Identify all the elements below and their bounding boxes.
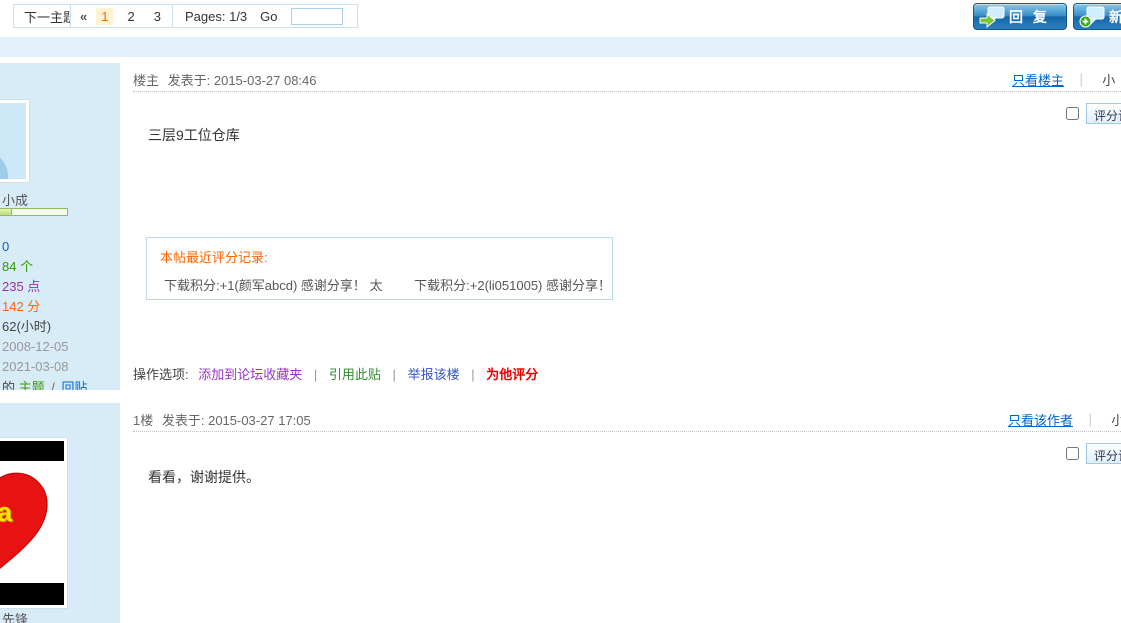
ops-separator: | xyxy=(314,367,317,382)
post-date: 发表于: 2015-03-27 08:46 xyxy=(168,73,317,88)
post-2: ina 先锋 1楼 发表于: 2015-03-27 17:05 只看该作者 ｜ … xyxy=(0,403,1121,623)
floor-label: 1楼 xyxy=(133,413,153,428)
tools-separator: ｜ xyxy=(1075,73,1088,88)
post-content: 三层9工位仓库 xyxy=(148,125,240,145)
post-1-user-panel: 小成 0 84 个 235 点 142 分 62(小时) 2008-12-05 … xyxy=(0,63,120,390)
page-2-button[interactable]: 2 xyxy=(122,8,139,25)
user-replies-link[interactable]: 回贴 xyxy=(62,380,88,390)
tools-separator: ｜ xyxy=(1084,413,1097,428)
go-label: Go xyxy=(260,9,277,24)
stat-value: 142 分 xyxy=(2,297,69,317)
score-record-button[interactable]: 评分记录 xyxy=(1086,443,1121,464)
page-first-button[interactable]: « xyxy=(80,9,87,24)
thread-separator-band xyxy=(0,37,1121,57)
new-topic-button[interactable]: 新 帖 xyxy=(1073,3,1121,30)
reply-button-label: 回 复 xyxy=(1009,7,1050,27)
font-size-small-button[interactable]: 小 xyxy=(1102,73,1115,88)
new-post-bubble-icon xyxy=(1079,6,1105,28)
avatar-image: ina xyxy=(0,461,64,583)
goto-page-input[interactable] xyxy=(291,8,343,25)
ops-separator: | xyxy=(471,367,474,382)
user-topics-replies-links: 的 主题 / 回贴 xyxy=(2,377,88,390)
post-header: 1楼 发表于: 2015-03-27 17:05 xyxy=(133,410,311,429)
view-only-author-link[interactable]: 只看楼主 xyxy=(1012,73,1064,88)
user-level-label: 先锋 xyxy=(2,609,28,623)
forum-thread-page: 下一主题 « 1 2 3 » Pages: 1/3 Go 回 复 新 帖 xyxy=(0,0,1121,623)
quote-post-link[interactable]: 引用此贴 xyxy=(329,367,381,382)
level-progress-bar xyxy=(0,208,68,216)
post-header: 楼主 发表于: 2015-03-27 08:46 xyxy=(133,70,317,89)
stat-value: 235 点 xyxy=(2,277,69,297)
header-divider xyxy=(133,431,1121,432)
post-2-user-panel: ina 先锋 xyxy=(0,403,120,623)
rate-select-checkbox[interactable] xyxy=(1066,107,1079,120)
floor-label: 楼主 xyxy=(133,73,159,88)
reply-bubble-icon xyxy=(979,6,1005,28)
avatar-letterbox-bar xyxy=(0,441,64,461)
operations-label: 操作选项: xyxy=(133,367,189,382)
stat-value: 84 个 xyxy=(2,257,69,277)
header-divider xyxy=(133,91,1121,92)
rating-entry: 下载积分:+2(li051005) 感谢分享！ xyxy=(414,278,611,293)
rating-records-box: 本帖最近评分记录: 下载积分:+1(颜军abcd) 感谢分享！ 太 下载积分:+… xyxy=(146,237,613,300)
stat-value: 2021-03-08 xyxy=(2,357,69,377)
stat-value: 2008-12-05 xyxy=(2,337,69,357)
user-stats-list: 0 84 个 235 点 142 分 62(小时) 2008-12-05 202… xyxy=(2,237,69,377)
rating-box-title: 本帖最近评分记录: xyxy=(160,247,612,266)
score-record-button[interactable]: 评分记录 xyxy=(1086,103,1121,124)
pages-info-label: Pages: 1/3 xyxy=(185,9,247,24)
user-topics-link[interactable]: 主题 xyxy=(19,380,45,390)
footer-prefix: 的 xyxy=(2,380,15,390)
post-content: 看看，谢谢提供。 xyxy=(148,467,260,487)
reply-button[interactable]: 回 复 xyxy=(973,3,1067,30)
rating-entries: 下载积分:+1(颜军abcd) 感谢分享！ 太 下载积分:+2(li051005… xyxy=(164,275,612,294)
rate-user-link[interactable]: 为他评分 xyxy=(486,367,538,382)
avatar-letterbox-bar xyxy=(0,583,64,605)
default-avatar-person-icon xyxy=(0,103,26,179)
stat-value: 62(小时) xyxy=(2,317,69,337)
post-date: 发表于: 2015-03-27 17:05 xyxy=(162,413,311,428)
rate-select-checkbox[interactable] xyxy=(1066,447,1079,460)
view-only-author-link[interactable]: 只看该作者 xyxy=(1008,413,1073,428)
pages-info-box: Pages: 1/3 Go xyxy=(172,4,358,28)
stat-value: 0 xyxy=(2,237,69,257)
post-1: 小成 0 84 个 235 点 142 分 62(小时) 2008-12-05 … xyxy=(0,63,1121,390)
post-1-body: 楼主 发表于: 2015-03-27 08:46 只看楼主 ｜ 小 中 评分记录… xyxy=(120,63,1121,390)
post-operations: 操作选项: 添加到论坛收藏夹 | 引用此贴 | 举报该楼 | 为他评分 xyxy=(133,364,538,383)
new-button-label: 新 帖 xyxy=(1109,7,1121,27)
page-3-button[interactable]: 3 xyxy=(149,8,166,25)
report-post-link[interactable]: 举报该楼 xyxy=(408,367,460,382)
post-header-tools: 只看该作者 ｜ 小 中 xyxy=(1008,410,1121,429)
ops-separator: | xyxy=(393,367,396,382)
avatar[interactable]: ina xyxy=(0,437,68,609)
footer-separator: / xyxy=(51,380,55,390)
avatar-caption-text: ina xyxy=(0,497,13,528)
font-size-small-button[interactable]: 小 xyxy=(1111,413,1121,428)
page-1-button[interactable]: 1 xyxy=(96,8,113,25)
rating-entry: 下载积分:+1(颜军abcd) 感谢分享！ 太 xyxy=(164,278,383,293)
user-level-label: 小成 xyxy=(2,190,28,209)
add-to-favorites-link[interactable]: 添加到论坛收藏夹 xyxy=(198,367,302,382)
post-2-body: 1楼 发表于: 2015-03-27 17:05 只看该作者 ｜ 小 中 评分记… xyxy=(120,403,1121,623)
avatar[interactable] xyxy=(0,99,30,183)
post-header-tools: 只看楼主 ｜ 小 中 xyxy=(1012,70,1121,89)
